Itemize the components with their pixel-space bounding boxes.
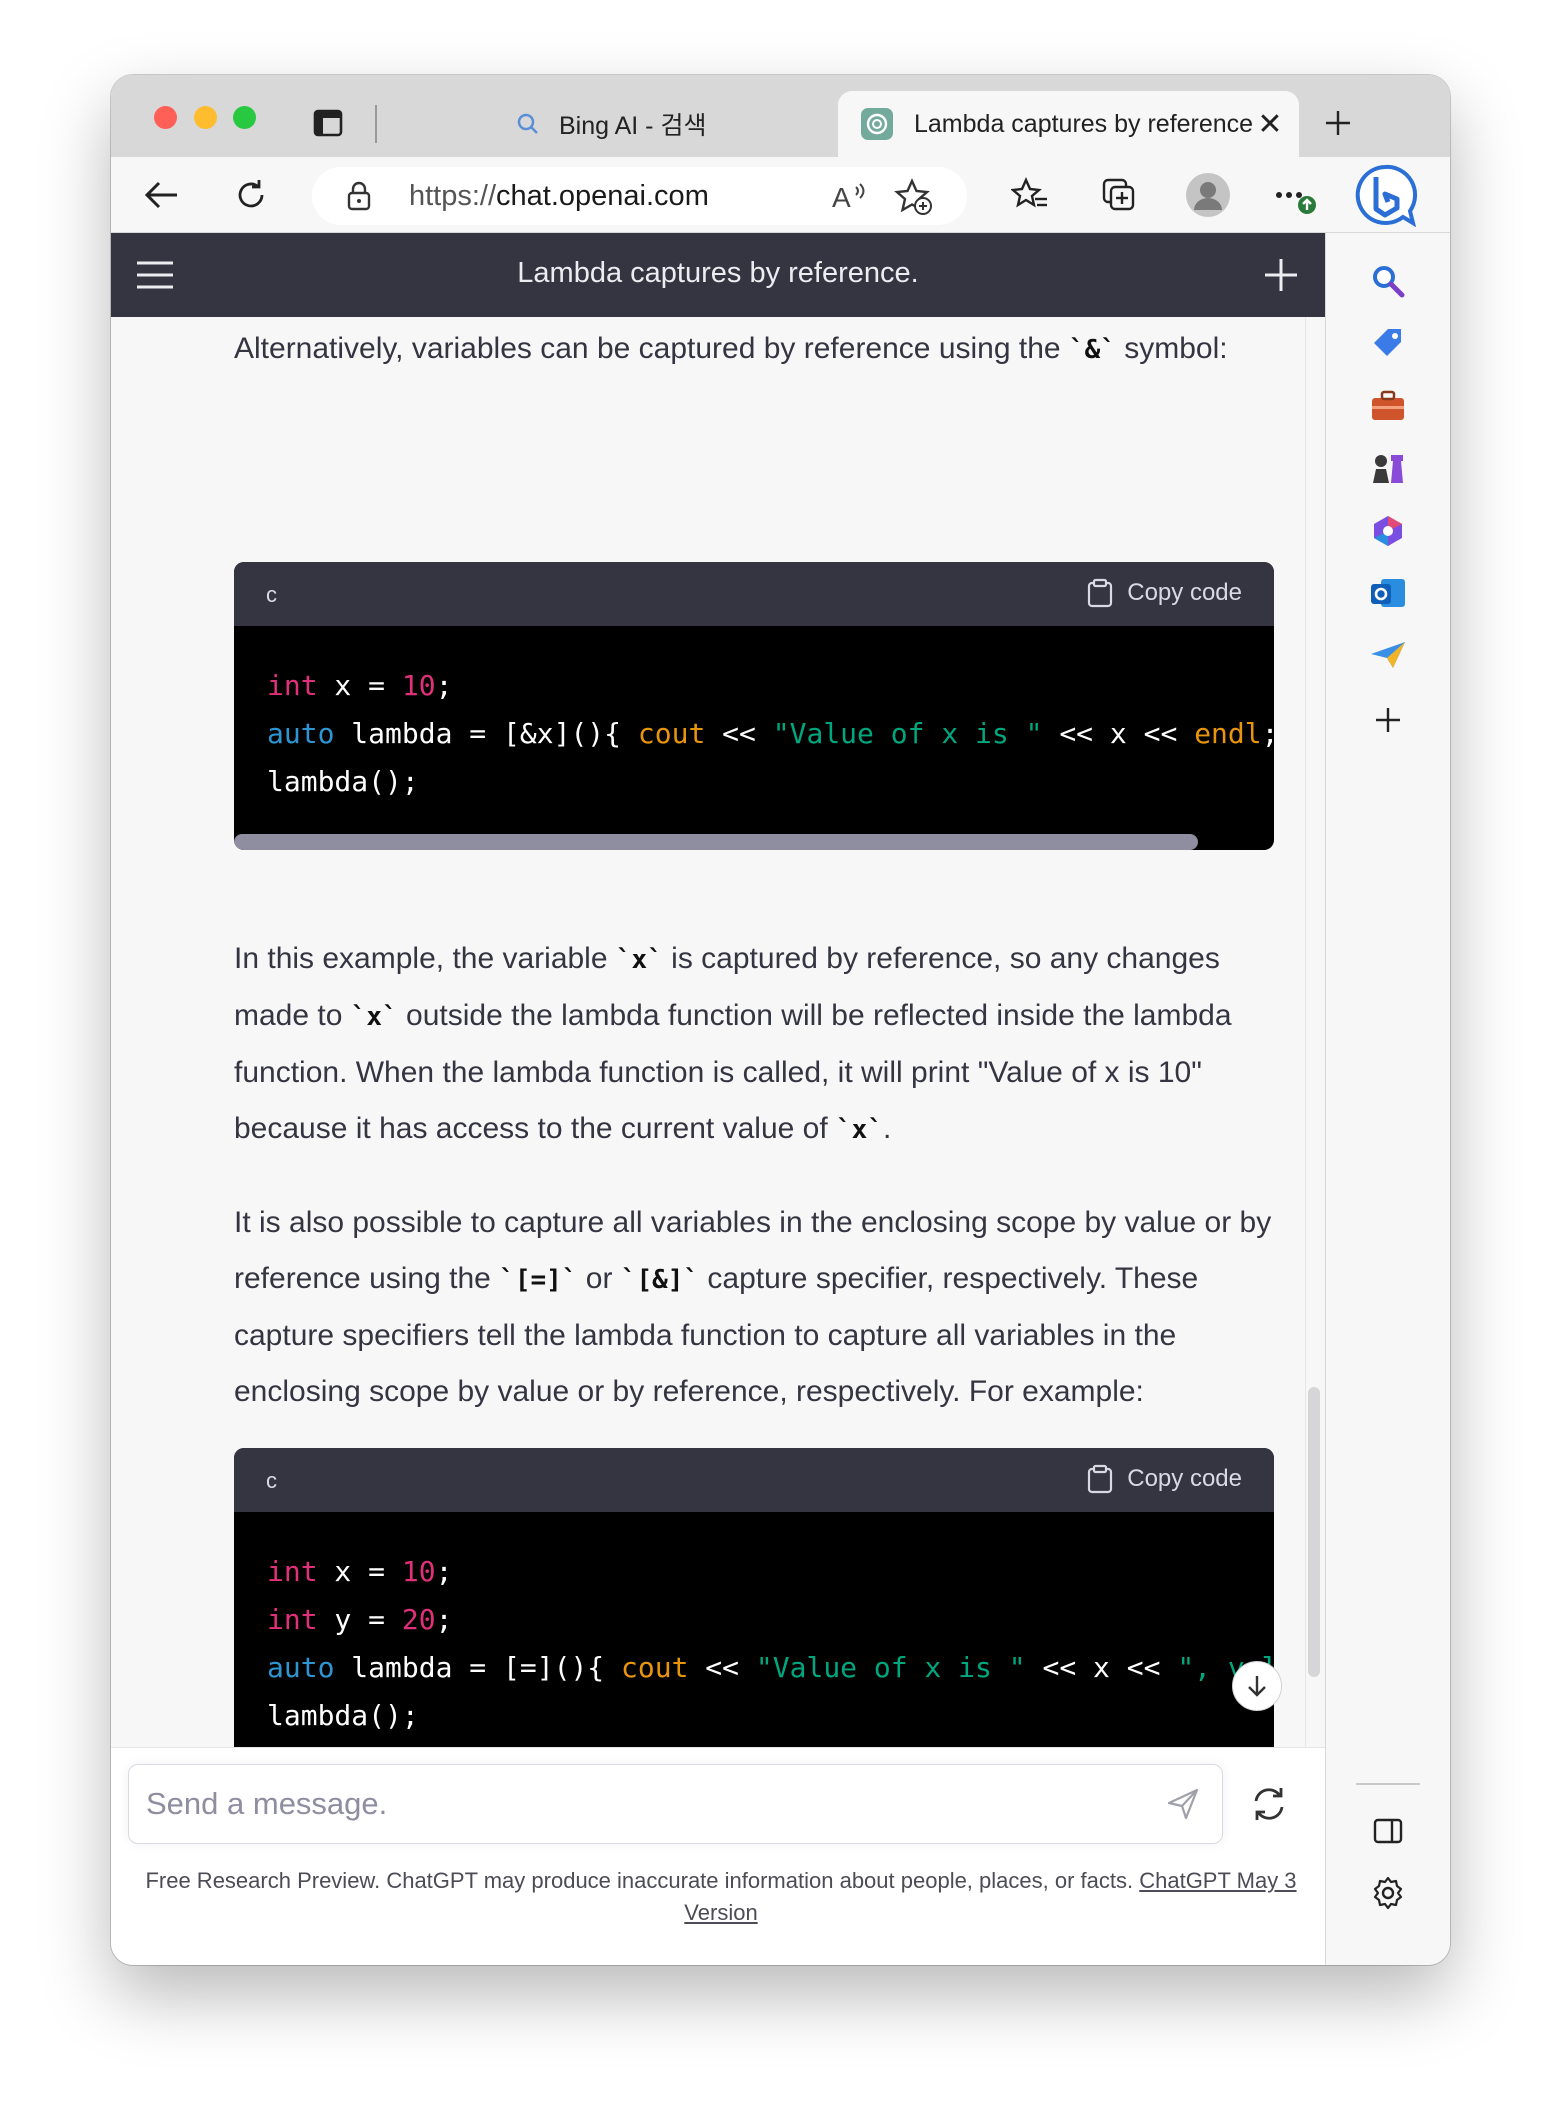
code-content: int x = 10; int y = 20; auto lambda = [=](… (234, 1512, 1274, 1740)
send-drop-icon[interactable] (1366, 633, 1410, 677)
code-line: auto lambda = [=](){ cout << "Value of x… (267, 1651, 1274, 1684)
lock-icon[interactable] (346, 181, 372, 216)
edge-sidebar (1325, 233, 1450, 1965)
copy-code-button[interactable]: Copy code (1087, 1464, 1242, 1494)
bing-copilot-icon[interactable] (1350, 161, 1420, 231)
profile-avatar[interactable] (1184, 171, 1232, 219)
tab-bar: Bing AI - 검색 ✕ Lambda captures by refere… (111, 75, 1450, 157)
openai-icon (860, 107, 894, 141)
code-line: auto lambda = [&x](){ cout << "Value of … (267, 717, 1274, 750)
code-block: c Copy code int x = 10; auto lambda = [&x… (234, 562, 1274, 850)
scroll-to-bottom-button[interactable] (1232, 1661, 1282, 1711)
composer-area: Send a message. Free Research Preview. C… (111, 1747, 1325, 1965)
zoom-window-button[interactable] (233, 106, 256, 129)
code-language: c (266, 582, 277, 607)
clipboard-icon (1088, 1464, 1113, 1494)
code-block-header: c Copy code (234, 1448, 1274, 1512)
search-icon (511, 107, 545, 141)
regenerate-icon[interactable] (1249, 1784, 1289, 1829)
read-aloud-icon[interactable]: A (830, 177, 868, 220)
code-line: int x = 10; (267, 669, 453, 702)
message-paragraph: Alternatively, variables can be captured… (234, 332, 1228, 365)
close-window-button[interactable] (154, 106, 177, 129)
chat-messages: Alternatively, variables can be captured… (111, 317, 1325, 1747)
tab-title: Lambda captures by reference (914, 109, 1253, 138)
address-bar[interactable]: https://chat.openai.com A (312, 167, 967, 225)
url-text: https://chat.openai.com (409, 180, 709, 212)
add-sidebar-app-icon[interactable] (1366, 698, 1410, 742)
reload-button[interactable] (227, 171, 275, 219)
favorites-icon[interactable] (1006, 171, 1054, 219)
minimize-window-button[interactable] (194, 106, 217, 129)
tools-briefcase-icon[interactable] (1366, 384, 1410, 428)
horizontal-scrollbar[interactable] (234, 834, 1198, 850)
collections-icon[interactable] (1095, 171, 1143, 219)
code-line: lambda(); (267, 1699, 419, 1732)
code-line: int x = 10; (267, 1555, 453, 1588)
new-tab-button[interactable] (1316, 101, 1360, 145)
browser-toolbar: https://chat.openai.com A (111, 157, 1450, 233)
clipboard-icon (1088, 578, 1113, 608)
hide-sidebar-icon[interactable] (1366, 1809, 1410, 1853)
back-button[interactable] (137, 171, 185, 219)
settings-gear-icon[interactable] (1366, 1871, 1410, 1915)
office-icon[interactable] (1366, 509, 1410, 553)
more-options-icon[interactable] (1271, 171, 1319, 219)
message-paragraph: In this example, the variable `x` is cap… (234, 942, 1232, 1145)
chat-title: Lambda captures by reference. (517, 257, 919, 289)
message-placeholder: Send a message. (146, 1786, 388, 1821)
games-chess-icon[interactable] (1366, 446, 1410, 490)
vertical-scrollbar[interactable] (1308, 1387, 1320, 1677)
code-language: c (266, 1468, 277, 1493)
add-favorite-icon[interactable] (894, 177, 934, 222)
send-icon[interactable] (1166, 1787, 1200, 1826)
arrow-down-icon (1248, 1676, 1266, 1697)
copy-code-button[interactable]: Copy code (1087, 578, 1242, 608)
sidebar-divider (1356, 1783, 1420, 1785)
scroll-track (1305, 317, 1306, 1747)
code-content: int x = 10; auto lambda = [&x](){ cout <<… (234, 626, 1274, 806)
message-input[interactable]: Send a message. (128, 1764, 1223, 1844)
tab-actions-icon[interactable] (313, 109, 343, 137)
shopping-tag-icon[interactable] (1366, 321, 1410, 365)
svg-text:A: A (832, 182, 851, 213)
tab-lambda[interactable]: Lambda captures by reference ✕ (838, 91, 1299, 157)
search-icon[interactable] (1366, 259, 1410, 303)
code-line: int y = 20; (267, 1603, 453, 1636)
close-tab-icon[interactable]: ✕ (1253, 107, 1287, 141)
chat-header: Lambda captures by reference. (111, 233, 1325, 317)
disclaimer: Free Research Preview. ChatGPT may produ… (145, 1868, 1297, 1925)
code-block-header: c Copy code (234, 562, 1274, 626)
message-paragraph: It is also possible to capture all varia… (234, 1206, 1272, 1408)
outlook-icon[interactable] (1366, 571, 1410, 615)
new-chat-icon[interactable] (1259, 253, 1303, 297)
code-block: c Copy code int x = 10; int y = 20; auto l… (234, 1448, 1274, 1747)
browser-window: Bing AI - 검색 ✕ Lambda captures by refere… (111, 75, 1450, 1965)
code-line: lambda(); (267, 765, 419, 798)
tab-separator (375, 105, 377, 143)
